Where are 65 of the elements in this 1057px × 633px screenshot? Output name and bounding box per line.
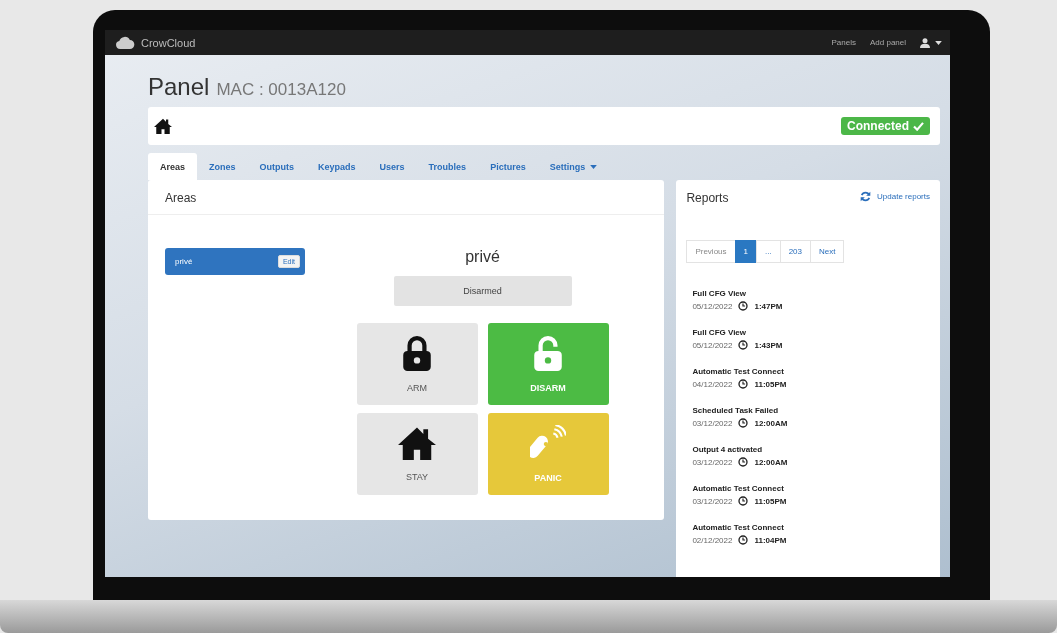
brand-link[interactable]: CrowCloud bbox=[141, 36, 196, 49]
report-title: Full CFG View bbox=[692, 289, 748, 298]
report-title: Full CFG View bbox=[692, 328, 748, 337]
report-time: 12:00AM bbox=[754, 457, 788, 467]
report-time: 12:00AM bbox=[754, 418, 788, 428]
action-button[interactable]: ARM bbox=[356, 323, 478, 405]
report-date: 03/12/2022 bbox=[692, 418, 733, 428]
clock-icon bbox=[738, 535, 749, 545]
area-state-bar: Disarmed bbox=[393, 276, 572, 306]
report-date: 05/12/2022 bbox=[692, 301, 733, 311]
report-date: 03/12/2022 bbox=[692, 496, 733, 506]
nav-link[interactable]: Panels bbox=[831, 38, 856, 47]
report-time: 11:04PM bbox=[754, 535, 787, 545]
remote-control-icon bbox=[530, 425, 566, 461]
tab[interactable]: Areas bbox=[148, 153, 198, 180]
action-button[interactable]: STAY bbox=[356, 413, 478, 495]
report-title: Output 4 activated bbox=[692, 445, 764, 454]
tab[interactable]: Zones bbox=[197, 153, 248, 180]
nav-link[interactable]: Add panel bbox=[869, 38, 906, 47]
report-title: Automatic Test Connect bbox=[692, 523, 785, 532]
clock-icon bbox=[738, 457, 749, 467]
clock-icon bbox=[738, 301, 749, 311]
report-time: 11:05PM bbox=[754, 379, 787, 389]
tab[interactable]: Settings bbox=[537, 153, 610, 180]
tab[interactable]: Keypads bbox=[306, 153, 368, 180]
report-title: Automatic Test Connect bbox=[692, 367, 785, 376]
page-title: Panel bbox=[148, 73, 210, 101]
open-padlock-icon bbox=[533, 335, 563, 371]
tab[interactable]: Troubles bbox=[416, 153, 479, 180]
report-date: 05/12/2022 bbox=[692, 340, 733, 350]
page-link[interactable]: ... bbox=[756, 240, 781, 263]
clock-icon bbox=[738, 496, 749, 506]
padlock-icon bbox=[402, 335, 432, 371]
panel-title: Areas bbox=[148, 180, 665, 215]
caret-icon bbox=[935, 40, 942, 45]
update-reports-link[interactable]: Update reports bbox=[860, 191, 930, 202]
clock-icon bbox=[738, 379, 749, 389]
report-time: 11:05PM bbox=[754, 496, 787, 506]
area-name: privé bbox=[465, 248, 500, 266]
home-icon bbox=[154, 117, 172, 135]
refresh-icon bbox=[860, 191, 872, 202]
page-link[interactable]: Next bbox=[810, 240, 845, 263]
report-title: Automatic Test Connect bbox=[692, 484, 785, 493]
user-icon bbox=[920, 37, 930, 48]
cloud-icon bbox=[115, 36, 135, 49]
clock-icon bbox=[738, 418, 749, 428]
tab[interactable]: Pictures bbox=[478, 153, 538, 180]
clock-icon bbox=[738, 340, 749, 350]
report-date: 02/12/2022 bbox=[692, 535, 733, 545]
connection-status-badge: Connected bbox=[841, 117, 930, 135]
check-icon bbox=[913, 121, 924, 131]
page-link[interactable]: 1 bbox=[734, 240, 757, 263]
mac-address: MAC : 0013A120 bbox=[216, 80, 346, 100]
report-date: 03/12/2022 bbox=[692, 457, 733, 467]
user-menu-button[interactable] bbox=[920, 37, 942, 48]
report-time: 1:47PM bbox=[754, 301, 783, 311]
house-icon bbox=[398, 425, 436, 461]
report-date: 04/12/2022 bbox=[692, 379, 733, 389]
report-title: Scheduled Task Failed bbox=[692, 406, 780, 415]
panel-title: Reports bbox=[686, 191, 729, 205]
page-link[interactable]: 203 bbox=[779, 240, 811, 263]
tab[interactable]: Users bbox=[367, 153, 417, 180]
caret-icon bbox=[590, 164, 598, 169]
tab[interactable]: Outputs bbox=[247, 153, 307, 180]
report-time: 1:43PM bbox=[754, 340, 783, 350]
